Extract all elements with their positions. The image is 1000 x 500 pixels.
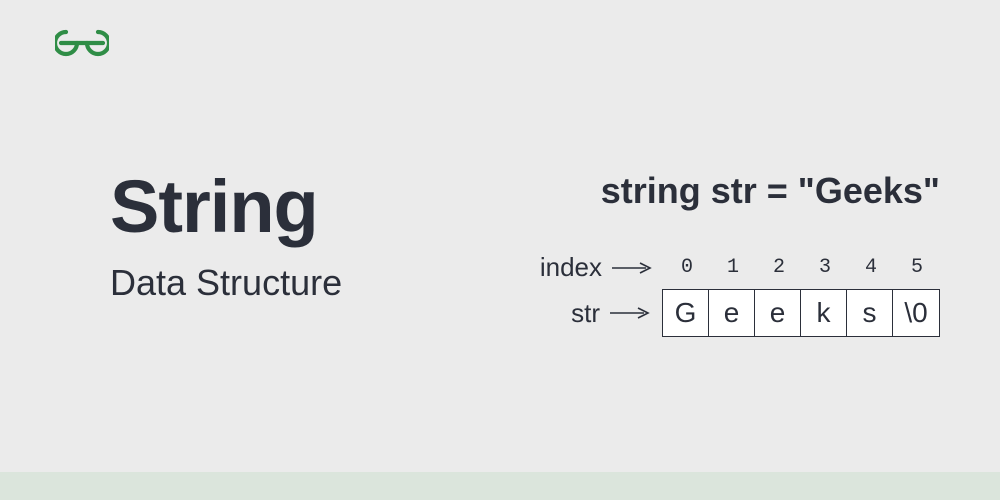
char-cell: e: [709, 290, 755, 336]
index-row: index 0 1 2 3 4 5: [540, 252, 940, 283]
str-label: str: [571, 298, 600, 329]
brand-logo: [55, 28, 109, 63]
arrow-icon: [608, 306, 652, 320]
index-cells: 0 1 2 3 4 5: [664, 256, 940, 279]
page-subtitle: Data Structure: [110, 262, 342, 304]
index-cell: 0: [664, 256, 710, 279]
char-cell: \0: [893, 290, 939, 336]
heading-block: String Data Structure: [110, 170, 342, 304]
index-label: index: [540, 252, 602, 283]
str-row: str G e e k s \0: [571, 289, 940, 337]
index-cell: 2: [756, 256, 802, 279]
index-cell: 4: [848, 256, 894, 279]
diagram-block: string str = "Geeks" index 0 1 2 3 4 5 s…: [510, 170, 940, 337]
code-declaration: string str = "Geeks": [510, 170, 940, 212]
arrow-icon: [610, 261, 654, 275]
char-cells: G e e k s \0: [662, 289, 940, 337]
char-cell: e: [755, 290, 801, 336]
page-title: String: [110, 170, 342, 244]
footer-band: [0, 472, 1000, 500]
index-cell: 3: [802, 256, 848, 279]
index-cell: 5: [894, 256, 940, 279]
char-cell: s: [847, 290, 893, 336]
char-cell: k: [801, 290, 847, 336]
array-table: index 0 1 2 3 4 5 str: [510, 252, 940, 337]
char-cell: G: [663, 290, 709, 336]
index-cell: 1: [710, 256, 756, 279]
